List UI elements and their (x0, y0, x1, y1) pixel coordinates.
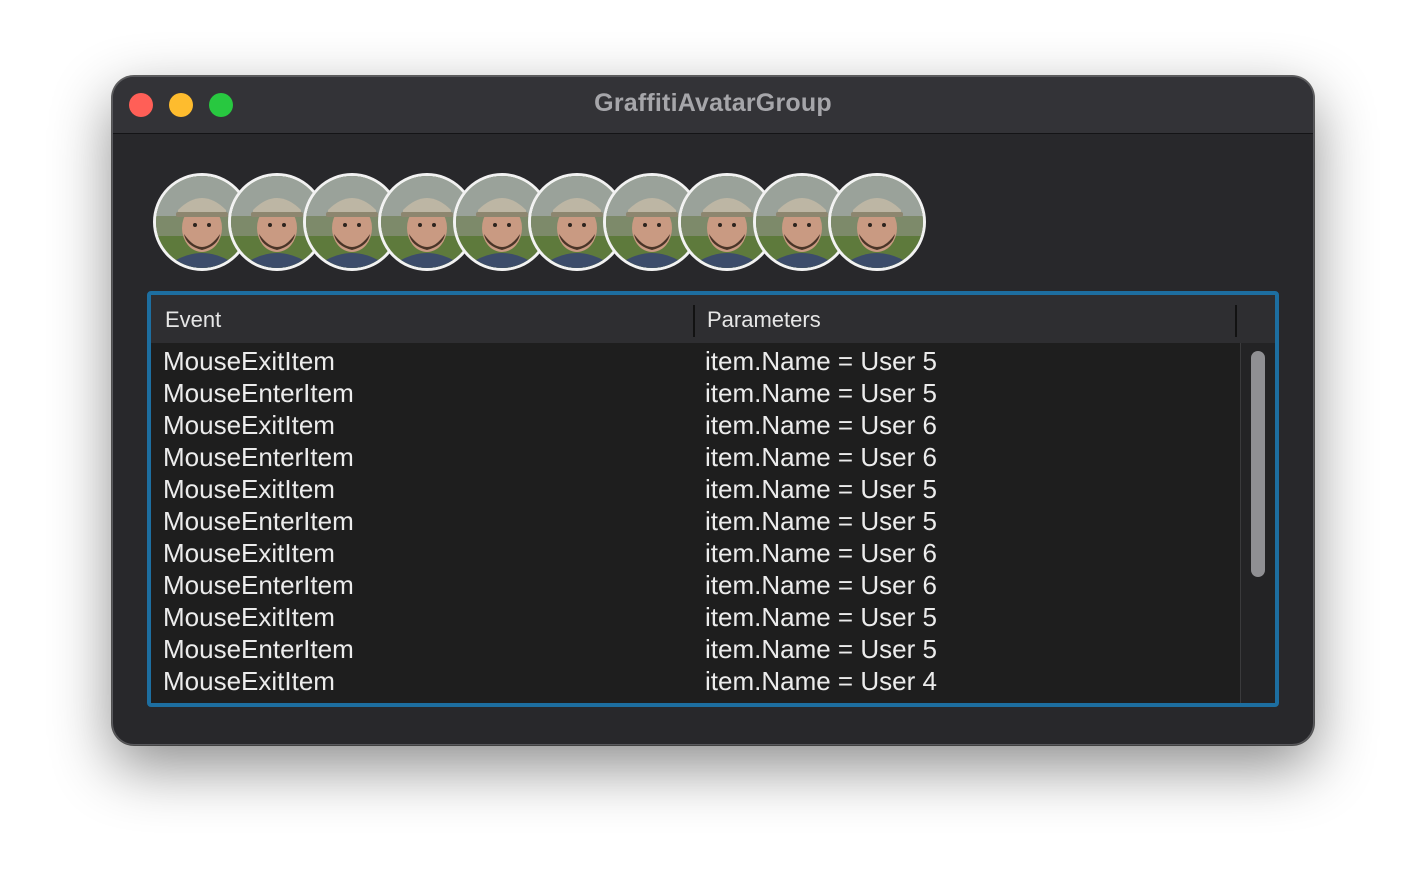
event-cell: MouseExitItem (163, 666, 335, 696)
event-cell: MouseExitItem (163, 346, 335, 376)
table-row[interactable]: MouseExitItem item.Name = User 4 (151, 665, 1237, 697)
event-cell: MouseEnterItem (163, 506, 354, 536)
title-bar[interactable]: GraffitiAvatarGroup (113, 77, 1313, 134)
table-row[interactable]: MouseEnterItem item.Name = User 6 (151, 441, 1237, 473)
parameters-cell: item.Name = User 5 (705, 506, 937, 536)
table-body: MouseExitItem item.Name = User 5 MouseEnte… (151, 343, 1237, 703)
table-row[interactable]: MouseEnterItem item.Name = User 6 (151, 569, 1237, 601)
table-row[interactable]: MouseEnterItem item.Name = User 5 (151, 505, 1237, 537)
table-row[interactable]: MouseExitItem item.Name = User 5 (151, 601, 1237, 633)
avatar[interactable] (828, 173, 926, 271)
event-cell: MouseEnterItem (163, 570, 354, 600)
avatar-group (153, 173, 953, 273)
parameters-cell: item.Name = User 5 (705, 602, 937, 632)
event-cell: MouseEnterItem (163, 634, 354, 664)
parameters-cell: item.Name = User 6 (705, 410, 937, 440)
table-row[interactable]: MouseExitItem item.Name = User 5 (151, 345, 1237, 377)
table-row[interactable]: MouseEnterItem item.Name = User 5 (151, 633, 1237, 665)
app-window: GraffitiAvatarGroup Event Parameters Mou… (112, 76, 1314, 745)
parameters-cell: item.Name = User 6 (705, 538, 937, 568)
event-cell: MouseEnterItem (163, 442, 354, 472)
column-separator[interactable] (693, 305, 695, 337)
scrollbar-thumb[interactable] (1251, 351, 1265, 577)
vertical-scrollbar[interactable] (1240, 343, 1275, 703)
column-separator[interactable] (1235, 305, 1237, 337)
table-row[interactable]: MouseExitItem item.Name = User 5 (151, 473, 1237, 505)
parameters-cell: item.Name = User 4 (705, 666, 937, 696)
table-header: Event Parameters (151, 295, 1275, 343)
table-row[interactable]: MouseExitItem item.Name = User 6 (151, 409, 1237, 441)
parameters-cell: item.Name = User 5 (705, 474, 937, 504)
column-header-parameters[interactable]: Parameters (707, 307, 821, 333)
column-header-event[interactable]: Event (165, 307, 221, 333)
event-cell: MouseExitItem (163, 538, 335, 568)
event-cell: MouseExitItem (163, 602, 335, 632)
table-row[interactable]: MouseEnterItem item.Name = User 5 (151, 377, 1237, 409)
event-cell: MouseExitItem (163, 410, 335, 440)
parameters-cell: item.Name = User 6 (705, 570, 937, 600)
parameters-cell: item.Name = User 5 (705, 634, 937, 664)
user-avatar-image (831, 176, 923, 268)
parameters-cell: item.Name = User 5 (705, 346, 937, 376)
parameters-cell: item.Name = User 6 (705, 442, 937, 472)
parameters-cell: item.Name = User 5 (705, 378, 937, 408)
event-cell: MouseExitItem (163, 474, 335, 504)
event-log-table[interactable]: Event Parameters MouseExitItem item.Name … (147, 291, 1279, 707)
event-cell: MouseEnterItem (163, 378, 354, 408)
window-title: GraffitiAvatarGroup (594, 89, 832, 117)
table-row[interactable]: MouseExitItem item.Name = User 6 (151, 537, 1237, 569)
